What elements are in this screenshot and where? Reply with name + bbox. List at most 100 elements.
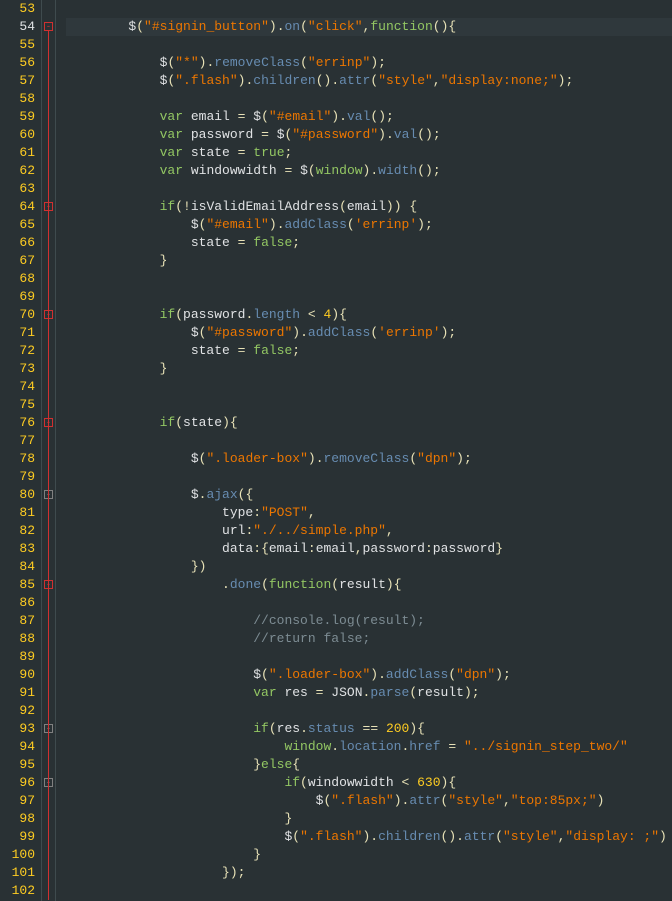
line-number: 58 xyxy=(0,90,35,108)
code-line[interactable]: $("#email").addClass('errinp'); xyxy=(66,216,672,234)
line-number: 64 xyxy=(0,198,35,216)
line-number: 62 xyxy=(0,162,35,180)
code-line[interactable]: var state = true; xyxy=(66,144,672,162)
code-line[interactable]: $(".flash").children().attr("style","dis… xyxy=(66,72,672,90)
line-number: 92 xyxy=(0,702,35,720)
line-number: 89 xyxy=(0,648,35,666)
code-line[interactable]: $("*").removeClass("errinp"); xyxy=(66,54,672,72)
code-line[interactable]: window.location.href = "../signin_step_t… xyxy=(66,738,672,756)
code-line[interactable]: if(password.length < 4){ xyxy=(66,306,672,324)
code-line[interactable]: $(".loader-box").removeClass("dpn"); xyxy=(66,450,672,468)
line-number: 98 xyxy=(0,810,35,828)
line-number: 81 xyxy=(0,504,35,522)
line-number: 94 xyxy=(0,738,35,756)
line-number: 59 xyxy=(0,108,35,126)
code-line[interactable]: var email = $("#email").val(); xyxy=(66,108,672,126)
code-line[interactable] xyxy=(66,468,672,486)
code-line[interactable]: } xyxy=(66,810,672,828)
line-number: 68 xyxy=(0,270,35,288)
line-number: 97 xyxy=(0,792,35,810)
code-line[interactable]: } xyxy=(66,846,672,864)
line-number: 95 xyxy=(0,756,35,774)
line-number: 69 xyxy=(0,288,35,306)
code-line[interactable]: var windowwidth = $(window).width(); xyxy=(66,162,672,180)
code-line[interactable]: $.ajax({ xyxy=(66,486,672,504)
code-line[interactable]: }else{ xyxy=(66,756,672,774)
line-number: 88 xyxy=(0,630,35,648)
code-line[interactable]: $("#password").addClass('errinp'); xyxy=(66,324,672,342)
line-number: 72 xyxy=(0,342,35,360)
line-number: 55 xyxy=(0,36,35,54)
line-number: 56 xyxy=(0,54,35,72)
line-number: 63 xyxy=(0,180,35,198)
code-line[interactable] xyxy=(66,396,672,414)
code-line[interactable]: $("#signin_button").on("click",function(… xyxy=(66,18,672,36)
line-number: 76 xyxy=(0,414,35,432)
line-number: 101 xyxy=(0,864,35,882)
code-line[interactable]: if(res.status == 200){ xyxy=(66,720,672,738)
line-number: 90 xyxy=(0,666,35,684)
line-number: 84 xyxy=(0,558,35,576)
line-number: 74 xyxy=(0,378,35,396)
code-line[interactable]: $(".flash").attr("style","top:85px;") xyxy=(66,792,672,810)
line-number: 75 xyxy=(0,396,35,414)
code-line[interactable] xyxy=(66,648,672,666)
code-line[interactable] xyxy=(66,378,672,396)
line-number: 91 xyxy=(0,684,35,702)
line-number: 82 xyxy=(0,522,35,540)
code-line[interactable]: $(".flash").children().attr("style","dis… xyxy=(66,828,672,846)
line-number: 71 xyxy=(0,324,35,342)
code-line[interactable] xyxy=(66,594,672,612)
code-line[interactable] xyxy=(66,288,672,306)
line-number: 96 xyxy=(0,774,35,792)
code-line[interactable]: url:"./../simple.php", xyxy=(66,522,672,540)
code-line[interactable]: data:{email:email,password:password} xyxy=(66,540,672,558)
code-line[interactable]: var password = $("#password").val(); xyxy=(66,126,672,144)
line-number: 60 xyxy=(0,126,35,144)
line-number: 70 xyxy=(0,306,35,324)
line-number: 57 xyxy=(0,72,35,90)
code-line[interactable] xyxy=(66,90,672,108)
line-number: 85 xyxy=(0,576,35,594)
code-line[interactable] xyxy=(66,0,672,18)
line-number: 67 xyxy=(0,252,35,270)
line-number: 73 xyxy=(0,360,35,378)
line-number: 61 xyxy=(0,144,35,162)
line-number: 79 xyxy=(0,468,35,486)
code-line[interactable]: if(windowwidth < 630){ xyxy=(66,774,672,792)
code-line[interactable]: } xyxy=(66,360,672,378)
line-number: 66 xyxy=(0,234,35,252)
fold-toggle-icon[interactable] xyxy=(44,22,53,31)
code-line[interactable]: //console.log(result); xyxy=(66,612,672,630)
fold-guide xyxy=(48,31,49,900)
code-line[interactable]: //return false; xyxy=(66,630,672,648)
code-line[interactable] xyxy=(66,882,672,900)
line-number-gutter: 5354555657585960616263646566676869707172… xyxy=(0,0,42,901)
code-line[interactable]: }) xyxy=(66,558,672,576)
line-number: 86 xyxy=(0,594,35,612)
code-line[interactable]: }); xyxy=(66,864,672,882)
code-line[interactable]: state = false; xyxy=(66,342,672,360)
code-line[interactable]: type:"POST", xyxy=(66,504,672,522)
line-number: 99 xyxy=(0,828,35,846)
code-line[interactable]: if(!isValidEmailAddress(email)) { xyxy=(66,198,672,216)
line-number: 93 xyxy=(0,720,35,738)
code-area[interactable]: $("#signin_button").on("click",function(… xyxy=(56,0,672,901)
code-line[interactable]: var res = JSON.parse(result); xyxy=(66,684,672,702)
line-number: 100 xyxy=(0,846,35,864)
code-line[interactable] xyxy=(66,270,672,288)
code-line[interactable] xyxy=(66,432,672,450)
fold-gutter[interactable] xyxy=(42,0,56,901)
line-number: 53 xyxy=(0,0,35,18)
code-line[interactable] xyxy=(66,180,672,198)
code-line[interactable] xyxy=(66,702,672,720)
line-number: 78 xyxy=(0,450,35,468)
code-line[interactable]: .done(function(result){ xyxy=(66,576,672,594)
line-number: 102 xyxy=(0,882,35,900)
code-line[interactable] xyxy=(66,36,672,54)
code-line[interactable]: state = false; xyxy=(66,234,672,252)
code-line[interactable]: $(".loader-box").addClass("dpn"); xyxy=(66,666,672,684)
code-line[interactable]: } xyxy=(66,252,672,270)
line-number: 65 xyxy=(0,216,35,234)
code-line[interactable]: if(state){ xyxy=(66,414,672,432)
